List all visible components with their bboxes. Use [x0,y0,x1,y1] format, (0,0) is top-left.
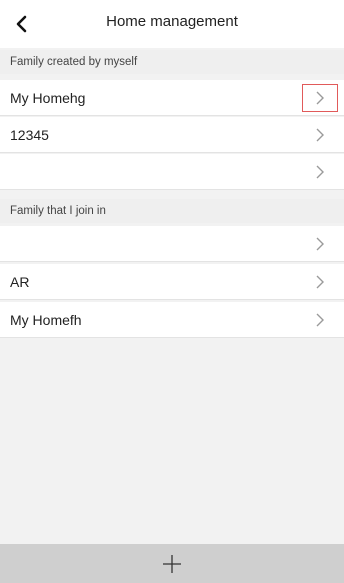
list-item-label: 12345 [10,127,49,143]
app-header: Home management [0,0,344,48]
chevron-right-icon[interactable] [302,230,338,258]
chevron-right-icon[interactable] [302,84,338,112]
list-item-family[interactable]: 12345 [0,117,344,153]
list-item-family[interactable] [0,154,344,190]
list-item-label: My Homefh [10,312,82,328]
chevron-right-icon[interactable] [302,158,338,186]
list-item-family[interactable]: AR [0,264,344,300]
chevron-right-icon[interactable] [302,121,338,149]
section-header-joined: Family that I join in [0,199,344,223]
add-family-button[interactable] [0,544,344,583]
chevron-right-icon[interactable] [302,306,338,334]
list-item-family[interactable]: My Homehg [0,80,344,116]
list-item-label: My Homehg [10,90,86,106]
section-header-created: Family created by myself [0,50,344,74]
chevron-right-icon[interactable] [302,268,338,296]
list-item-label: AR [10,274,30,290]
page-title: Home management [106,13,238,30]
list-item-family[interactable] [0,226,344,262]
plus-icon [163,554,181,573]
list-item-family[interactable]: My Homefh [0,302,344,338]
